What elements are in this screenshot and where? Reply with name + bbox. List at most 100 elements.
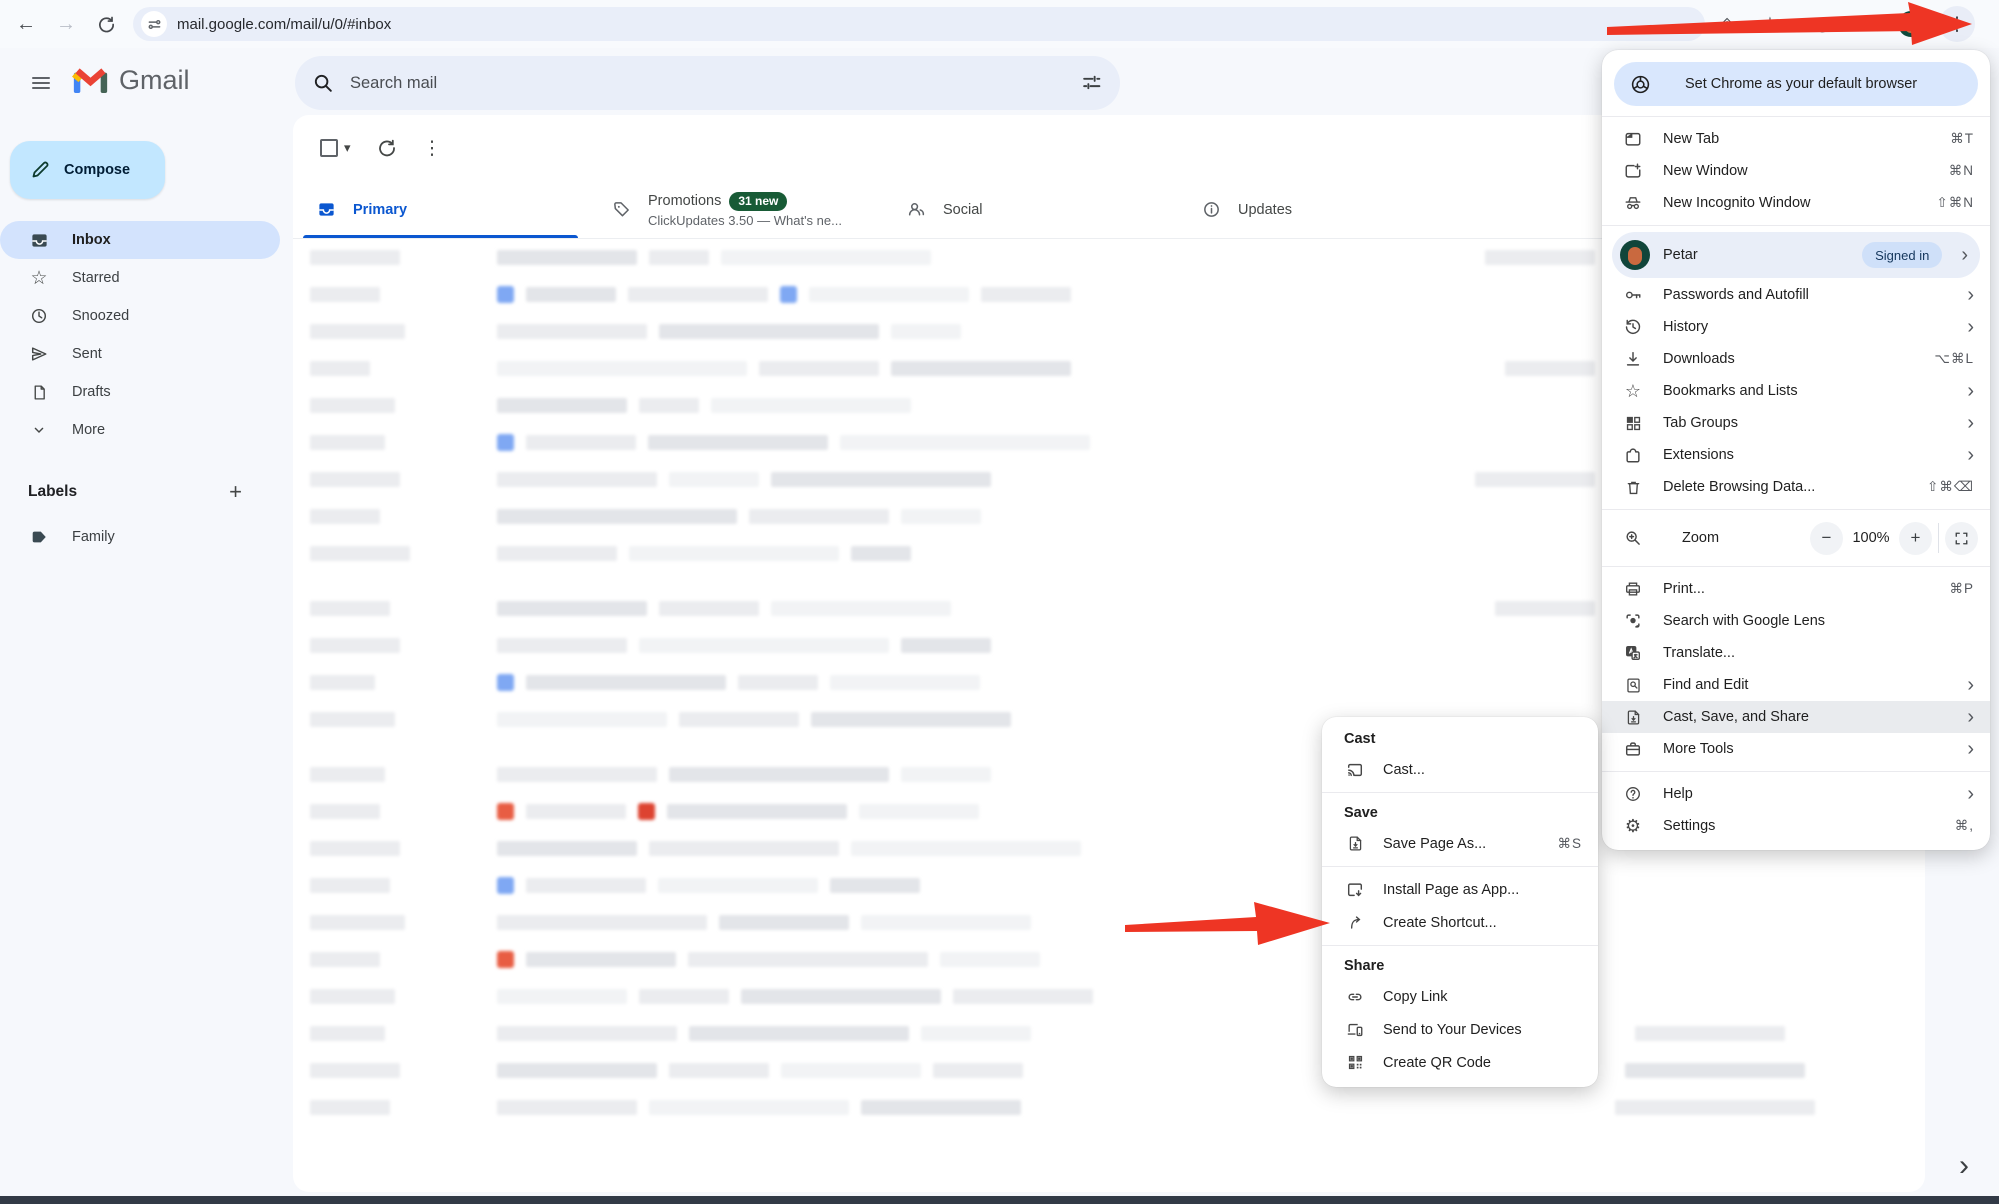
- email-row[interactable]: [293, 978, 1925, 1015]
- back-icon: ←: [16, 13, 36, 36]
- menu-item-settings[interactable]: ⚙ Settings ⌘,: [1602, 810, 1990, 842]
- email-row[interactable]: [293, 1015, 1925, 1052]
- tab-social[interactable]: Social: [883, 181, 1178, 238]
- reload-icon: [97, 15, 116, 34]
- category-chip: [497, 674, 514, 691]
- tab-primary[interactable]: Primary: [293, 181, 588, 238]
- email-row[interactable]: [293, 867, 1925, 904]
- key-icon: [1622, 286, 1644, 304]
- sidebar-nav: Inbox ☆ Starred Snoozed Sent Drafts: [0, 221, 280, 449]
- back-button[interactable]: ←: [12, 10, 40, 38]
- select-all-checkbox[interactable]: [320, 139, 338, 157]
- gmail-logo: Gmail: [72, 65, 190, 96]
- menu-item-passwords-autofill[interactable]: Passwords and Autofill ›: [1602, 279, 1990, 311]
- menu-item-new-tab[interactable]: New Tab ⌘T: [1602, 123, 1990, 155]
- refresh-button[interactable]: [377, 138, 397, 158]
- menu-item-profile[interactable]: Petar Signed in ›: [1612, 232, 1980, 278]
- next-page-button[interactable]: ›: [1944, 1146, 1984, 1186]
- email-row[interactable]: [293, 904, 1925, 941]
- menu-item-search-google-lens[interactable]: Search with Google Lens: [1602, 605, 1990, 637]
- default-browser-banner[interactable]: Set Chrome as your default browser: [1614, 62, 1978, 106]
- profile-avatar[interactable]: [1898, 11, 1924, 37]
- menu-item-print[interactable]: Print... ⌘P: [1602, 573, 1990, 605]
- chrome-icon: [1629, 74, 1651, 95]
- translate-icon: [1622, 644, 1644, 662]
- primary-tab-icon: [315, 200, 337, 219]
- search-icon: [313, 73, 334, 94]
- search-input[interactable]: [348, 73, 1067, 94]
- main-menu-button[interactable]: [18, 60, 64, 106]
- sidebar-label-family[interactable]: Family: [0, 518, 270, 556]
- select-caret-icon[interactable]: ▾: [344, 140, 351, 156]
- list-more-button[interactable]: ⋮: [423, 137, 442, 160]
- zoom-out-button[interactable]: −: [1810, 522, 1843, 555]
- sidebar-item-more[interactable]: More: [0, 411, 280, 449]
- clipboard-icon: [1859, 15, 1877, 33]
- menu-item-more-tools[interactable]: More Tools ›: [1602, 733, 1990, 765]
- install-app-icon: [1344, 881, 1366, 899]
- chevron-right-icon: ›: [1967, 445, 1974, 465]
- chevron-right-icon: ›: [1967, 285, 1974, 305]
- reload-button[interactable]: [92, 10, 120, 38]
- chevron-right-icon: ›: [1967, 317, 1974, 337]
- sidebar-item-starred[interactable]: ☆ Starred: [0, 259, 280, 297]
- submenu-item-copy-link[interactable]: Copy Link: [1322, 980, 1598, 1013]
- email-row[interactable]: [293, 941, 1925, 978]
- menu-item-new-window[interactable]: New Window ⌘N: [1602, 155, 1990, 187]
- menu-item-bookmarks-lists[interactable]: ☆ Bookmarks and Lists ›: [1602, 375, 1990, 407]
- browser-window: ← → mail.google.com/mail/u/0/#inbox ◈ ☆ …: [0, 0, 1999, 1204]
- forward-button[interactable]: →: [52, 10, 80, 38]
- menu-item-translate[interactable]: Translate...: [1602, 637, 1990, 669]
- google-lens-icon: [1622, 612, 1644, 630]
- lens-toolbar-button[interactable]: ◈: [1713, 10, 1741, 38]
- menu-item-cast-save-share[interactable]: Cast, Save, and Share ›: [1602, 701, 1990, 733]
- menu-item-tab-groups[interactable]: Tab Groups ›: [1602, 407, 1990, 439]
- chevron-right-icon: ›: [1967, 413, 1974, 433]
- compose-button[interactable]: Compose: [10, 141, 165, 199]
- submenu-item-send-to-devices[interactable]: Send to Your Devices: [1322, 1013, 1598, 1046]
- menu-item-delete-browsing-data[interactable]: Delete Browsing Data... ⇧⌘⌫: [1602, 471, 1990, 503]
- menu-item-downloads[interactable]: Downloads ⌥⌘L: [1602, 343, 1990, 375]
- help-icon: [1622, 785, 1644, 803]
- tab-promotions[interactable]: Promotions 31 new ClickUpdates 3.50 — Wh…: [588, 181, 883, 238]
- menu-item-find-and-edit[interactable]: Find and Edit ›: [1602, 669, 1990, 701]
- sidebar-item-sent[interactable]: Sent: [0, 335, 280, 373]
- submenu-item-create-qr-code[interactable]: Create QR Code: [1322, 1046, 1598, 1079]
- bottom-edge-bar: [0, 1196, 1999, 1204]
- zoom-in-button[interactable]: +: [1899, 522, 1932, 555]
- search-bar[interactable]: [295, 56, 1120, 110]
- fullscreen-button[interactable]: [1945, 522, 1978, 555]
- submenu-section-share: Share: [1322, 952, 1598, 980]
- submenu-divider: [1322, 945, 1598, 946]
- submenu-item-install-page-as-app[interactable]: Install Page as App...: [1322, 873, 1598, 906]
- bookmark-star-icon: ☆: [1761, 12, 1779, 37]
- email-row[interactable]: [293, 1052, 1925, 1089]
- briefcase-icon: [1622, 740, 1644, 758]
- site-settings-icon[interactable]: [141, 11, 167, 37]
- submenu-section-save: Save: [1322, 799, 1598, 827]
- submenu-divider: [1322, 792, 1598, 793]
- new-window-icon: [1622, 162, 1644, 180]
- submenu-item-save-page-as[interactable]: Save Page As... ⌘S: [1322, 827, 1598, 860]
- star-icon: ☆: [1622, 381, 1644, 402]
- extension-button-2[interactable]: [1854, 10, 1882, 38]
- submenu-item-cast[interactable]: Cast...: [1322, 753, 1598, 786]
- extension-button-1[interactable]: [1808, 10, 1836, 38]
- browser-menu-button[interactable]: ⋮: [1939, 6, 1975, 42]
- bookmark-button[interactable]: ☆: [1756, 10, 1784, 38]
- sidebar-item-inbox[interactable]: Inbox: [0, 221, 280, 259]
- chevron-right-icon: ›: [1967, 675, 1974, 695]
- submenu-item-create-shortcut[interactable]: Create Shortcut...: [1322, 906, 1598, 939]
- sidebar-item-snoozed[interactable]: Snoozed: [0, 297, 280, 335]
- email-row[interactable]: [293, 1089, 1925, 1126]
- tab-updates[interactable]: Updates: [1178, 181, 1473, 238]
- search-filter-icon[interactable]: [1081, 73, 1102, 94]
- gmail-logo-text: Gmail: [119, 65, 190, 96]
- create-label-button[interactable]: +: [229, 479, 242, 505]
- menu-item-new-incognito-window[interactable]: New Incognito Window ⇧⌘N: [1602, 187, 1990, 219]
- sidebar-item-drafts[interactable]: Drafts: [0, 373, 280, 411]
- address-bar[interactable]: mail.google.com/mail/u/0/#inbox: [133, 7, 1705, 41]
- menu-item-help[interactable]: Help ›: [1602, 778, 1990, 810]
- menu-item-extensions[interactable]: Extensions ›: [1602, 439, 1990, 471]
- menu-item-history[interactable]: History ›: [1602, 311, 1990, 343]
